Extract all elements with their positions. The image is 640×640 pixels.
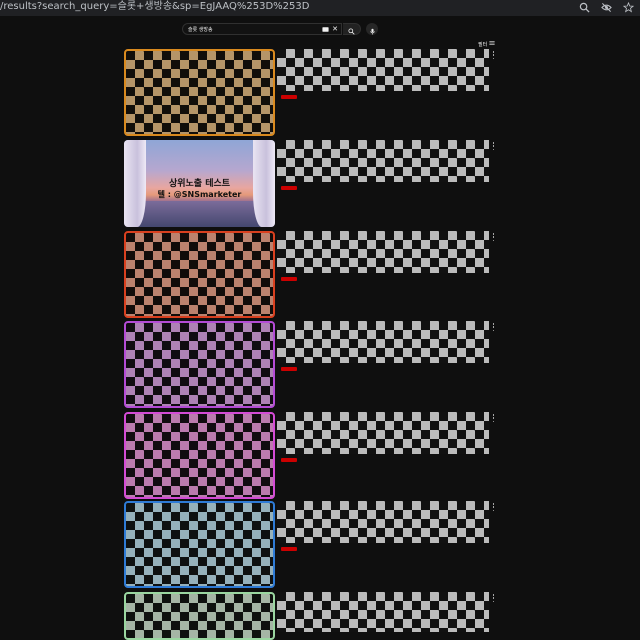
more-vert-icon[interactable]: [492, 323, 495, 331]
more-vert-icon[interactable]: [492, 142, 495, 150]
video-result[interactable]: [124, 49, 495, 137]
video-title-placeholder[interactable]: [277, 412, 489, 454]
video-title-placeholder[interactable]: [277, 321, 489, 363]
video-thumbnail[interactable]: 상위노출 테스트 텔 : @SNSmarketer: [124, 140, 275, 227]
more-vert-icon[interactable]: [492, 233, 495, 241]
video-title-placeholder[interactable]: [277, 140, 489, 182]
video-result[interactable]: [124, 321, 495, 409]
live-badge: [281, 367, 297, 371]
more-vert-icon[interactable]: [492, 51, 495, 59]
video-thumbnail[interactable]: [124, 321, 275, 408]
video-result[interactable]: [124, 592, 495, 640]
sea-image: [124, 201, 275, 227]
live-badge: [281, 547, 297, 551]
thumbnail-subline: 텔 : @SNSmarketer: [157, 190, 242, 199]
more-vert-icon[interactable]: [492, 503, 495, 511]
video-meta: [277, 49, 489, 99]
video-thumbnail[interactable]: [124, 231, 275, 318]
video-title-placeholder[interactable]: [277, 49, 489, 91]
live-badge: [281, 277, 297, 281]
thumbnail-headline: 상위노출 테스트: [168, 179, 231, 189]
video-result[interactable]: 상위노출 테스트 텔 : @SNSmarketer: [124, 140, 495, 228]
video-result[interactable]: [124, 501, 495, 589]
video-thumbnail[interactable]: [124, 501, 275, 588]
live-badge: [281, 186, 297, 190]
video-meta: [277, 592, 489, 632]
more-vert-icon[interactable]: [492, 414, 495, 422]
video-meta: [277, 321, 489, 371]
video-meta: [277, 501, 489, 551]
video-thumbnail[interactable]: [124, 592, 275, 640]
video-result[interactable]: [124, 231, 495, 319]
search-results: 상위노출 테스트 텔 : @SNSmarketer: [0, 0, 640, 640]
video-title-placeholder[interactable]: [277, 592, 489, 632]
video-meta: [277, 412, 489, 462]
live-badge: [281, 95, 297, 99]
more-vert-icon[interactable]: [492, 594, 495, 602]
video-title-placeholder[interactable]: [277, 231, 489, 273]
video-title-placeholder[interactable]: [277, 501, 489, 543]
live-badge: [281, 458, 297, 462]
video-meta: [277, 231, 489, 281]
video-thumbnail[interactable]: [124, 412, 275, 499]
video-meta: [277, 140, 489, 190]
video-thumbnail[interactable]: [124, 49, 275, 136]
video-result[interactable]: [124, 412, 495, 500]
